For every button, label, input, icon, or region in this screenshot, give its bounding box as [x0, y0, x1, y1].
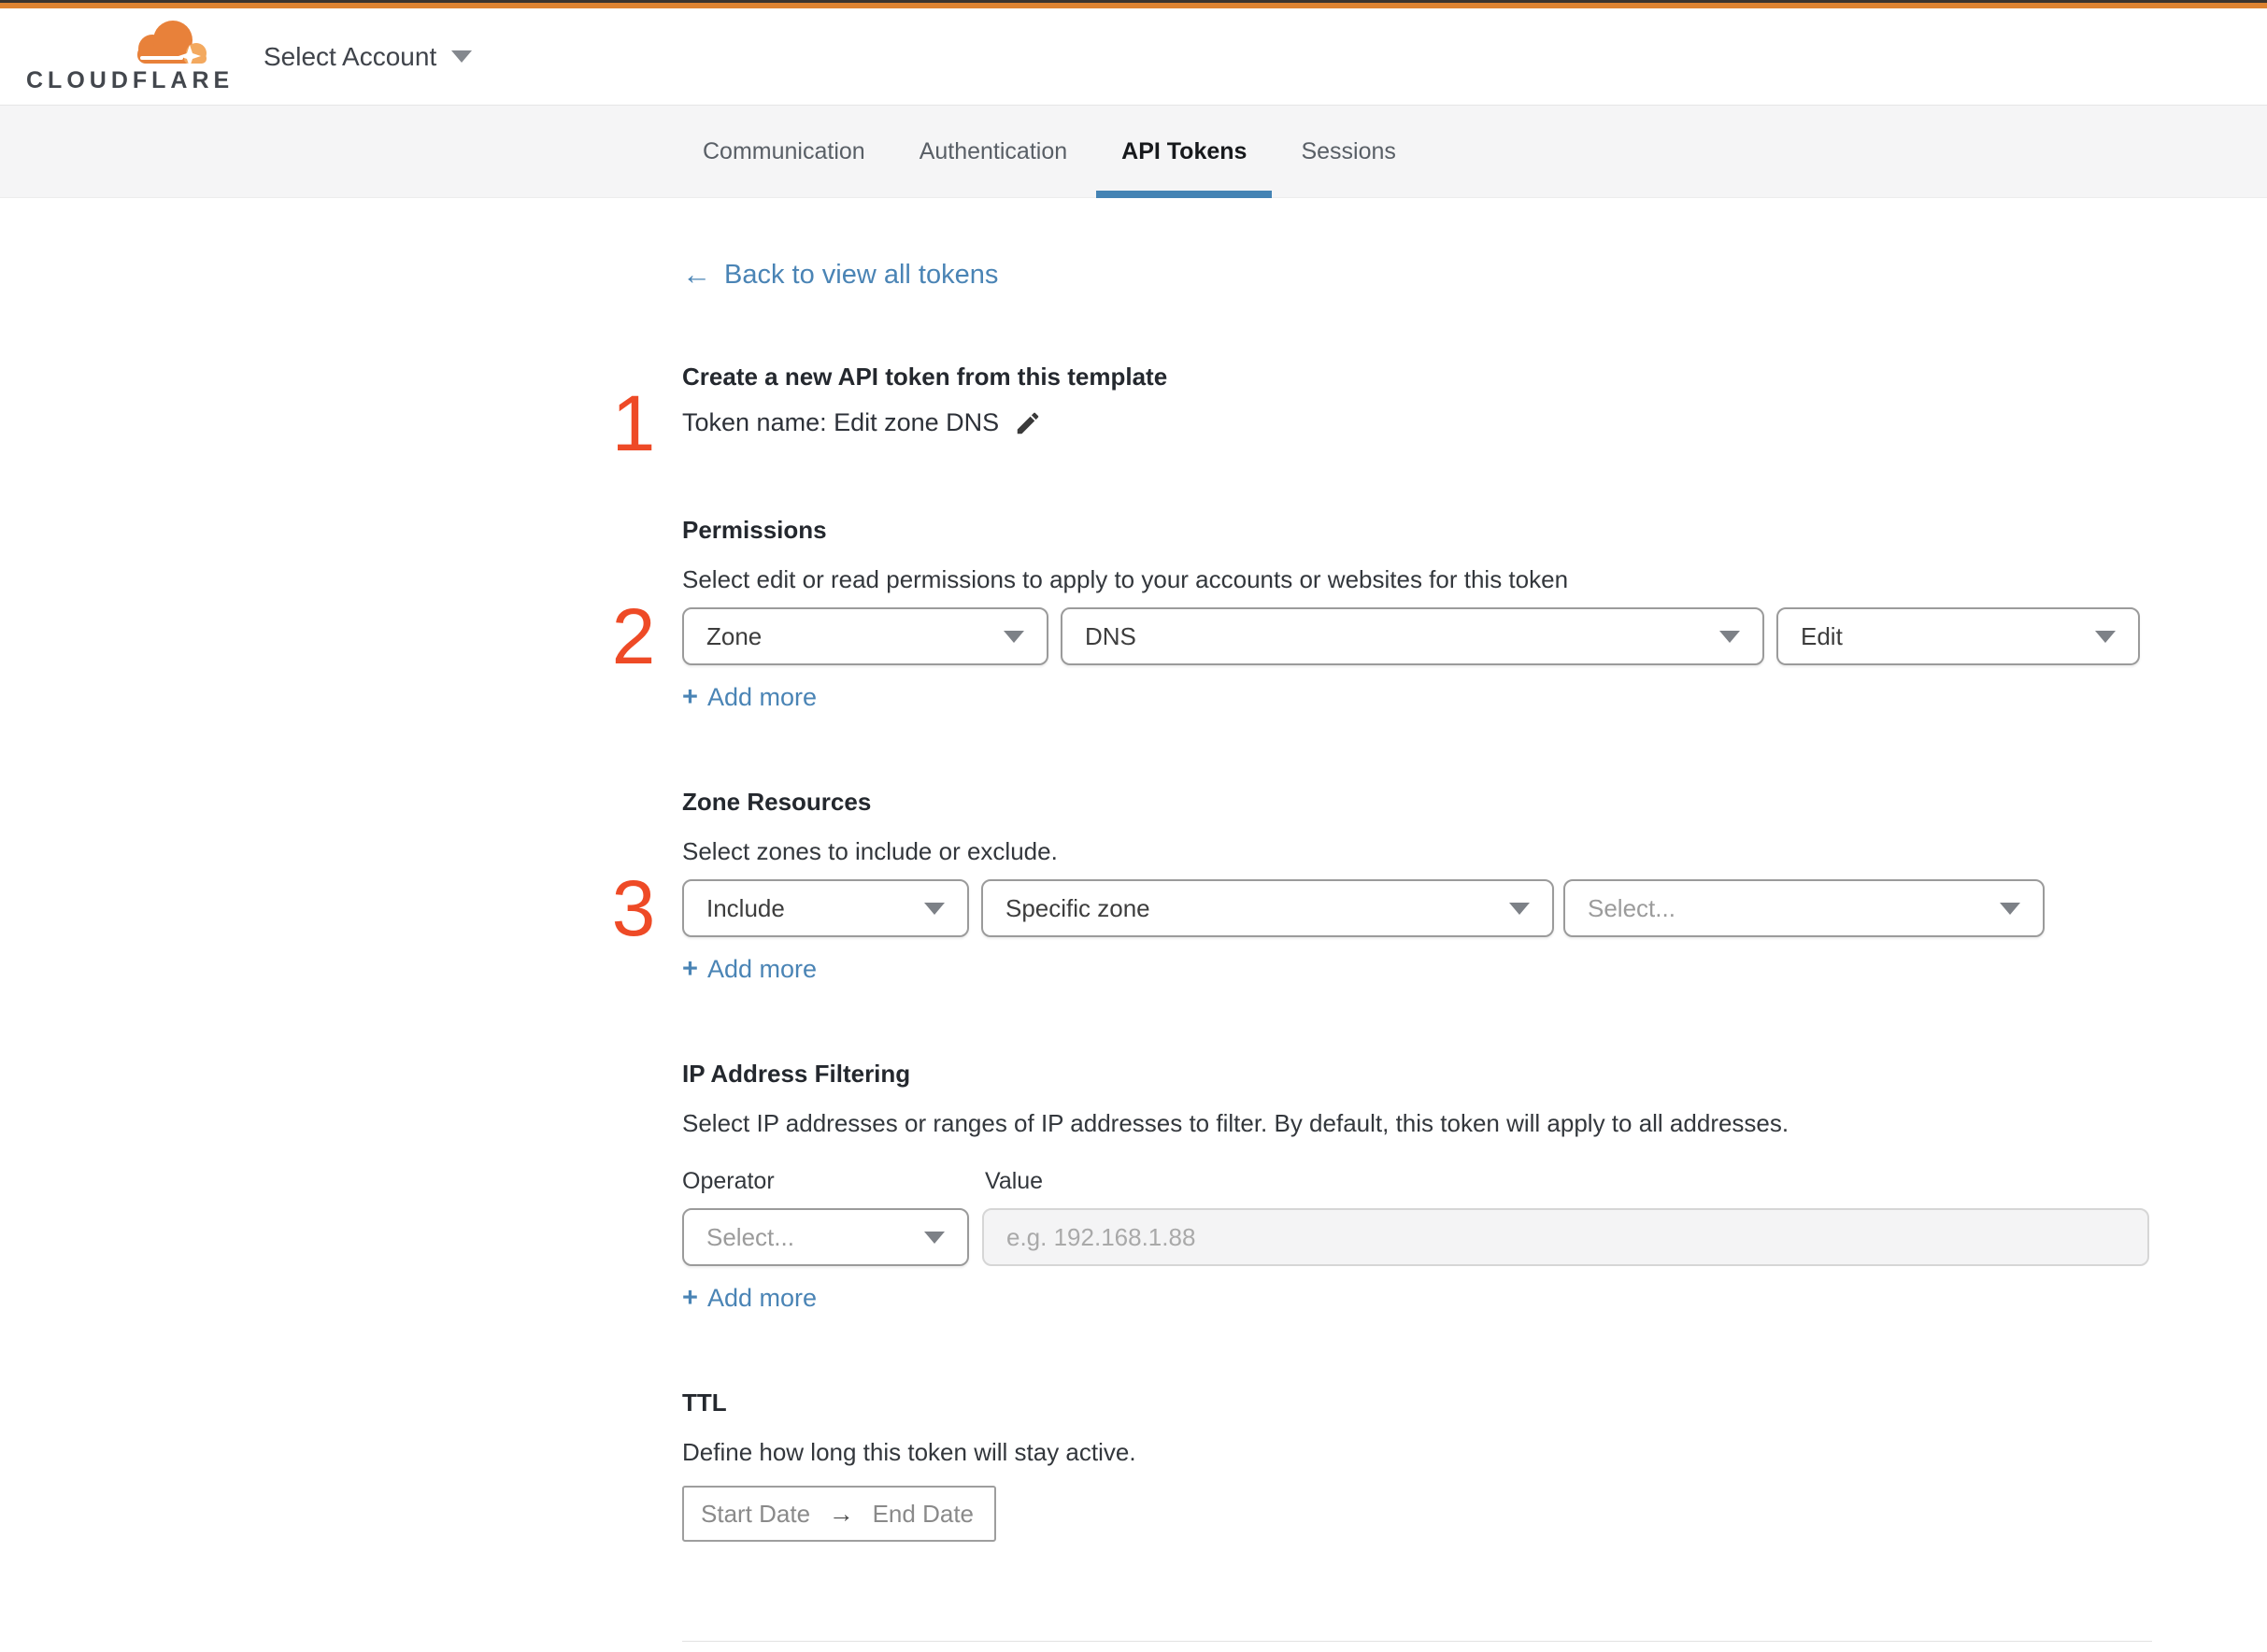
cloudflare-wordmark: CLOUDFLARE — [26, 66, 235, 93]
account-selector-label: Select Account — [264, 41, 437, 71]
app-header: CLOUDFLARE Select Account — [0, 8, 2267, 105]
ttl-title: TTL — [682, 1389, 727, 1417]
ip-operator-select[interactable]: Select... — [682, 1208, 969, 1266]
back-arrow-icon: ← — [682, 258, 711, 291]
permissions-row: 2 Zone DNS Edit — [612, 597, 2152, 676]
chevron-down-icon — [2095, 630, 2116, 643]
token-name-value: Token name: Edit zone DNS — [682, 408, 1000, 436]
edit-pencil-icon[interactable] — [1014, 409, 1042, 437]
step-number-2: 2 — [611, 592, 656, 680]
zone-picker-select[interactable]: Select... — [1563, 879, 2045, 937]
end-date-placeholder: End Date — [872, 1499, 974, 1528]
zone-resources-title: Zone Resources — [682, 788, 872, 816]
ip-filtering-add-more-link[interactable]: + Add more — [682, 1283, 817, 1314]
chevron-down-icon — [1004, 630, 1024, 643]
permission-scope-select[interactable]: Zone — [682, 607, 1048, 665]
zone-type-value: Specific zone — [1005, 893, 1150, 922]
tab-sessions[interactable]: Sessions — [1276, 106, 1420, 197]
footer-divider — [682, 1641, 2152, 1642]
ttl-description: Define how long this token will stay act… — [682, 1438, 1136, 1466]
zone-mode-select[interactable]: Include — [682, 879, 969, 937]
add-more-label: Add more — [706, 955, 817, 983]
chevron-down-icon — [1509, 902, 1530, 915]
plus-icon: + — [682, 682, 698, 712]
permissions-section: Permissions Select edit or read permissi… — [612, 516, 2152, 713]
token-section-title: Create a new API token from this templat… — [682, 363, 1168, 391]
add-more-label: Add more — [706, 683, 817, 711]
step-number-3: 3 — [611, 864, 656, 952]
chevron-down-icon — [924, 1231, 945, 1244]
token-name-section: Create a new API token from this templat… — [612, 363, 2152, 463]
content-column: ← Back to view all tokens Create a new A… — [612, 198, 2152, 1652]
chevron-down-icon — [2000, 902, 2020, 915]
zone-resources-section: Zone Resources Select zones to include o… — [612, 788, 2152, 985]
permission-scope-value: Zone — [706, 621, 763, 650]
tab-authentication[interactable]: Authentication — [894, 106, 1092, 197]
start-date-placeholder: Start Date — [701, 1499, 811, 1528]
ip-filtering-description: Select IP addresses or ranges of IP addr… — [682, 1109, 1789, 1137]
tab-api-tokens[interactable]: API Tokens — [1096, 106, 1273, 198]
zone-mode-value: Include — [706, 893, 785, 922]
ip-filtering-section: IP Address Filtering Select IP addresses… — [682, 1060, 2152, 1314]
permission-resource-select[interactable]: DNS — [1061, 607, 1764, 665]
add-more-label: Add more — [706, 1284, 817, 1312]
zone-type-select[interactable]: Specific zone — [981, 879, 1554, 937]
value-label: Value — [985, 1168, 1044, 1194]
plus-icon: + — [682, 1283, 698, 1313]
operator-label: Operator — [682, 1168, 775, 1194]
ttl-date-range-picker[interactable]: Start Date → End Date — [682, 1486, 996, 1542]
ip-filtering-labels: Operator Value — [682, 1168, 2152, 1195]
ip-filtering-row: Select... — [682, 1208, 2152, 1266]
zone-picker-placeholder: Select... — [1588, 893, 1675, 922]
zone-resources-add-more-link[interactable]: + Add more — [682, 954, 817, 985]
permission-access-value: Edit — [1801, 621, 1843, 650]
step-number-1: 1 — [611, 378, 656, 467]
arrow-right-icon: → — [828, 1499, 854, 1528]
zone-resources-row: 3 Include Specific zone Select... — [612, 869, 2152, 947]
token-name-row: 1 Token name: Edit zone DNS — [612, 384, 2152, 463]
account-selector[interactable]: Select Account — [264, 41, 473, 72]
permissions-title: Permissions — [682, 516, 827, 544]
plus-icon: + — [682, 954, 698, 984]
ip-operator-placeholder: Select... — [706, 1222, 794, 1251]
zone-resources-description: Select zones to include or exclude. — [682, 837, 1058, 865]
chevron-down-icon — [1719, 630, 1740, 643]
permission-resource-value: DNS — [1085, 621, 1136, 650]
chevron-down-icon — [451, 50, 473, 63]
permissions-add-more-link[interactable]: + Add more — [682, 682, 817, 713]
cloudflare-logo[interactable]: CLOUDFLARE — [26, 14, 229, 100]
chevron-down-icon — [924, 902, 945, 915]
back-to-tokens-link[interactable]: ← Back to view all tokens — [682, 258, 998, 292]
permission-access-select[interactable]: Edit — [1776, 607, 2140, 665]
tab-communication[interactable]: Communication — [677, 106, 891, 197]
back-link-label: Back to view all tokens — [724, 259, 999, 290]
ttl-section: TTL Define how long this token will stay… — [682, 1389, 2152, 1542]
ip-filtering-title: IP Address Filtering — [682, 1060, 911, 1088]
permissions-description: Select edit or read permissions to apply… — [682, 565, 1569, 593]
profile-tabbar: Communication Authentication API Tokens … — [0, 105, 2267, 198]
ip-value-input[interactable] — [982, 1208, 2149, 1266]
